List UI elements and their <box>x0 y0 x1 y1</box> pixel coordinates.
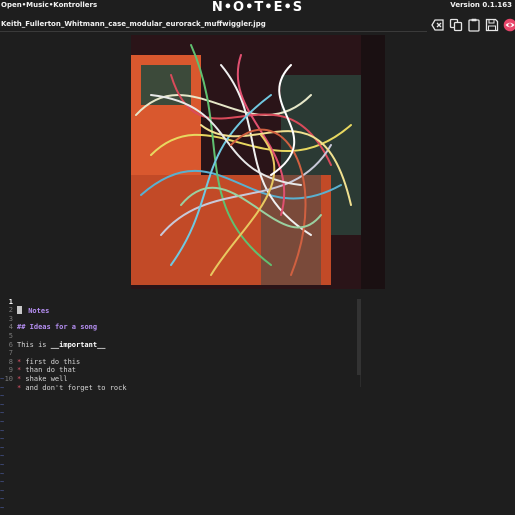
clear-button[interactable] <box>430 17 446 33</box>
save-button[interactable] <box>484 17 500 33</box>
copy-icon <box>449 18 463 32</box>
empty-line-marker: ~ <box>0 418 5 426</box>
editor-line: 6 <box>0 332 17 349</box>
empty-line-marker: ~ <box>0 400 5 409</box>
editor-line: 5 This is __important__ <box>0 323 106 349</box>
file-name: Keith_Fullerton_Whitmann_case_modular_eu… <box>1 20 266 28</box>
version-label: Version 0.1.163 <box>450 1 512 9</box>
preview-button[interactable] <box>502 17 515 33</box>
empty-line-marker: ~ <box>0 452 5 461</box>
empty-line-marker: ~ <box>0 443 5 452</box>
editor-line: 2 <box>0 298 17 314</box>
scrollbar[interactable] <box>357 299 361 375</box>
line-text: shake well <box>21 374 68 383</box>
line-text: first do this <box>21 357 81 366</box>
text-cursor <box>17 306 22 315</box>
line-text: and don't forget to rock <box>21 383 127 392</box>
toolbar <box>430 17 515 34</box>
line-text: Notes <box>24 307 50 316</box>
empty-line-marker: ~ <box>0 409 5 418</box>
line-text: Ideas for a song <box>25 323 98 332</box>
empty-line-marker: ~ <box>0 383 5 392</box>
empty-line-marker: ~ <box>0 435 5 444</box>
paste-button[interactable] <box>466 17 482 33</box>
app-title: N•O•T•E•S <box>211 0 304 15</box>
clear-icon <box>431 19 444 31</box>
top-bar: Open•Music•Kontrollers N•O•T•E•S Version… <box>0 0 515 17</box>
empty-line-marker: ~ <box>0 469 5 478</box>
modular-synth-photo <box>131 35 385 289</box>
line-text: This is <box>17 340 51 349</box>
editor-line: 1 Notes <box>0 289 50 316</box>
editor-line: 9 * shake well <box>0 358 68 383</box>
paste-icon <box>468 18 480 32</box>
copy-button[interactable] <box>448 17 464 33</box>
empty-line-marker: ~ <box>0 504 5 512</box>
editor-line: 7 * first do this <box>0 341 80 366</box>
photo-preview <box>131 35 385 289</box>
bold-text: __important__ <box>50 340 106 349</box>
empty-line-marker: ~ <box>0 486 5 495</box>
empty-line-marker: ~ <box>0 495 5 504</box>
empty-line-marker: ~ <box>0 392 5 401</box>
editor-line: 3 ## Ideas for a song <box>0 306 97 332</box>
markdown-editor[interactable]: 1 Notes 2 3 ## Ideas for a song 4 5 This… <box>0 289 515 515</box>
editor-line: 10 * and don't forget to rock <box>0 366 127 392</box>
save-icon <box>485 18 499 32</box>
editor-line: 8 * than do that <box>0 349 76 375</box>
empty-line-marker: ~ <box>0 426 5 435</box>
empty-line-marker: ~ <box>0 478 5 487</box>
empty-line-marker: ~ <box>0 461 5 469</box>
preview-eye-icon <box>503 18 515 32</box>
divider <box>0 31 427 32</box>
line-text: than do that <box>21 366 77 375</box>
editor-line: 4 <box>0 315 17 331</box>
empty-line-marker: ~ <box>0 375 5 383</box>
